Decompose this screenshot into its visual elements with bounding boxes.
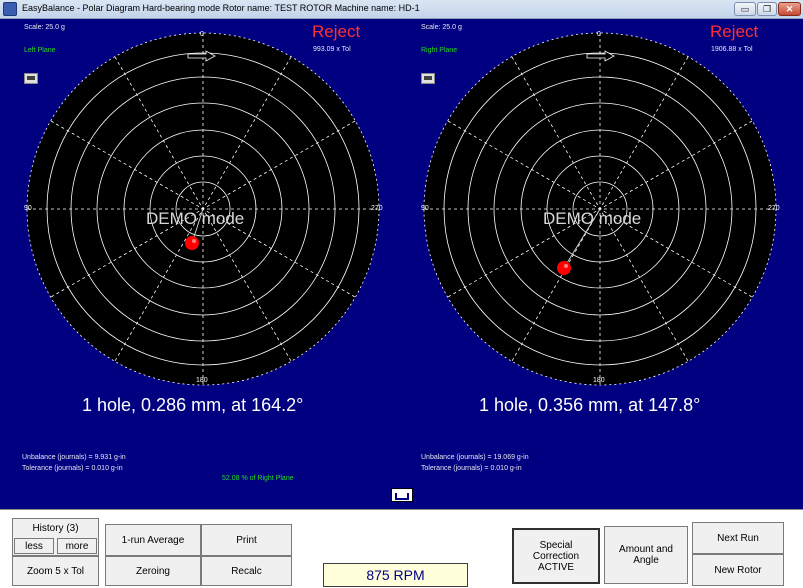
rpm-display: 875 RPM [323, 563, 468, 587]
left-angle-270: 270 [371, 205, 383, 212]
zeroing-button[interactable]: Zeroing [105, 556, 201, 586]
percent-of-right-plane: 52.08 % of Right Plane [222, 475, 294, 482]
left-unbalance-text: Unbalance (journals) = 9.931 g-in [22, 454, 126, 461]
special-correction-button[interactable]: Special Correction ACTIVE [512, 528, 600, 584]
new-rotor-button[interactable]: New Rotor [692, 554, 784, 586]
polar-plots [26, 32, 777, 386]
print-button[interactable]: Print [201, 524, 292, 556]
left-monitor-icon[interactable] [24, 73, 38, 84]
polar-diagram-area: Scale: 25.0 g Left Plane Reject 993.09 x… [0, 19, 803, 509]
one-run-average-button[interactable]: 1-run Average [105, 524, 201, 556]
left-angle-0: 0 [200, 31, 204, 38]
zoom-button[interactable]: Zoom 5 x Tol [12, 556, 99, 586]
tray-glyph-icon [395, 493, 409, 500]
right-monitor-icon[interactable] [421, 73, 435, 84]
left-tol-ratio: 993.09 x Tol [313, 46, 351, 53]
next-run-button[interactable]: Next Run [692, 522, 784, 554]
recalc-button[interactable]: Recalc [201, 556, 292, 586]
right-marker-highlight [564, 264, 568, 268]
maximize-button[interactable]: ❐ [757, 2, 777, 16]
left-marker-highlight [192, 239, 196, 243]
right-angle-90: 90 [421, 205, 429, 212]
right-angle-270: 270 [768, 205, 780, 212]
left-demo-label: DEMO mode [146, 209, 245, 228]
amount-and-angle-button[interactable]: Amount and Angle [604, 526, 688, 584]
right-reject-status: Reject [710, 22, 759, 41]
app-icon [3, 2, 17, 16]
right-result-text: 1 hole, 0.356 mm, at 147.8° [479, 395, 701, 415]
right-unbalance-marker [557, 261, 571, 275]
history-more-button[interactable]: more [57, 538, 97, 554]
tray-icon[interactable] [391, 488, 413, 502]
right-plane-label: Right Plane [421, 47, 458, 54]
right-unbalance-text: Unbalance (journals) = 19.069 g-in [421, 454, 529, 461]
left-plane-label: Left Plane [24, 47, 56, 54]
history-less-button[interactable]: less [14, 538, 54, 554]
right-angle-0: 0 [597, 31, 601, 38]
left-tolerance-text: Tolerance (journals) = 0.010 g-in [22, 465, 123, 472]
right-tol-ratio: 1906.88 x Tol [711, 46, 753, 53]
right-angle-180: 180 [593, 377, 605, 384]
left-reject-status: Reject [312, 22, 361, 41]
right-scale-label: Scale: 25.0 g [421, 24, 462, 31]
window-title: EasyBalance - Polar Diagram Hard-bearing… [22, 3, 420, 13]
left-result-text: 1 hole, 0.286 mm, at 164.2° [82, 395, 304, 415]
right-demo-label: DEMO mode [543, 209, 642, 228]
left-scale-label: Scale: 25.0 g [24, 24, 65, 31]
right-tolerance-text: Tolerance (journals) = 0.010 g-in [421, 465, 522, 472]
history-label: History (3) [32, 523, 79, 534]
minimize-button[interactable]: ▭ [734, 2, 756, 16]
left-angle-90: 90 [24, 205, 32, 212]
close-button[interactable]: ✕ [778, 2, 801, 16]
left-angle-180: 180 [196, 377, 208, 384]
window-titlebar: EasyBalance - Polar Diagram Hard-bearing… [0, 0, 803, 19]
left-unbalance-marker [185, 236, 199, 250]
